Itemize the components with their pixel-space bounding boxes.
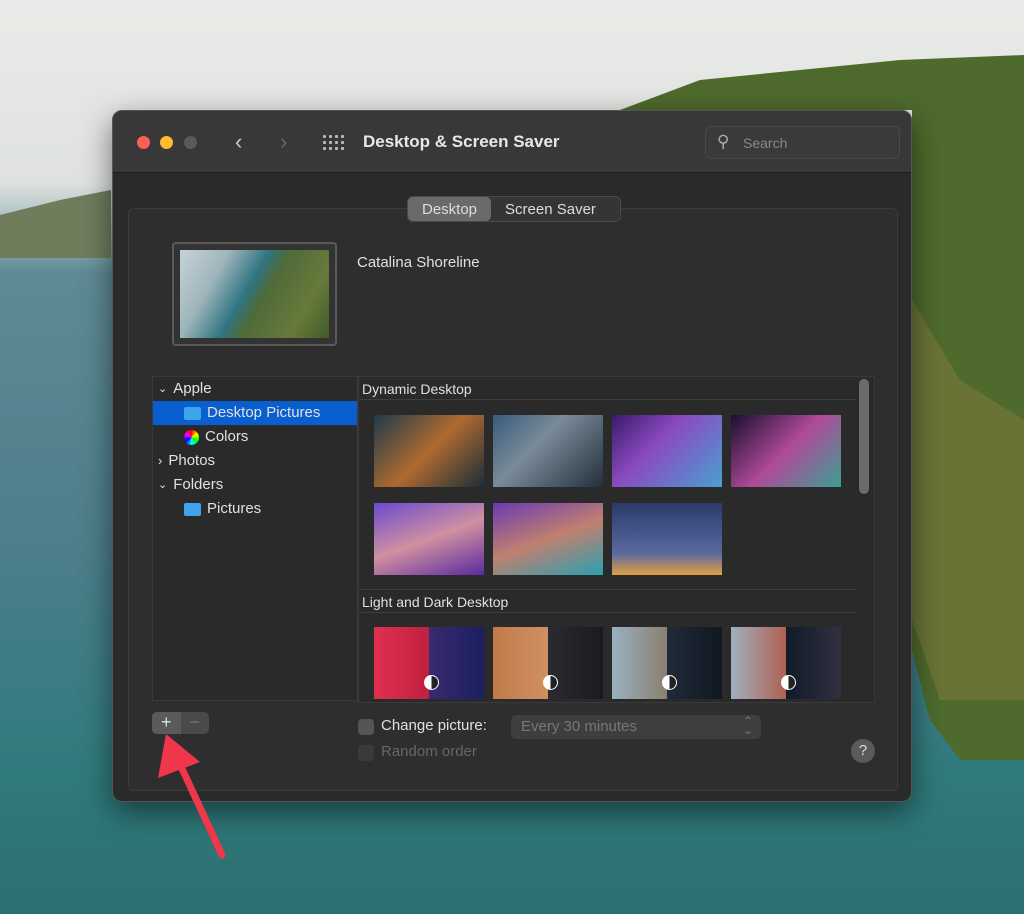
tab-desktop[interactable]: Desktop — [408, 197, 492, 221]
tab-screen-saver[interactable]: Screen Saver — [491, 197, 610, 221]
tab-control: Desktop Screen Saver — [407, 196, 621, 222]
annotation-arrow — [158, 734, 226, 859]
